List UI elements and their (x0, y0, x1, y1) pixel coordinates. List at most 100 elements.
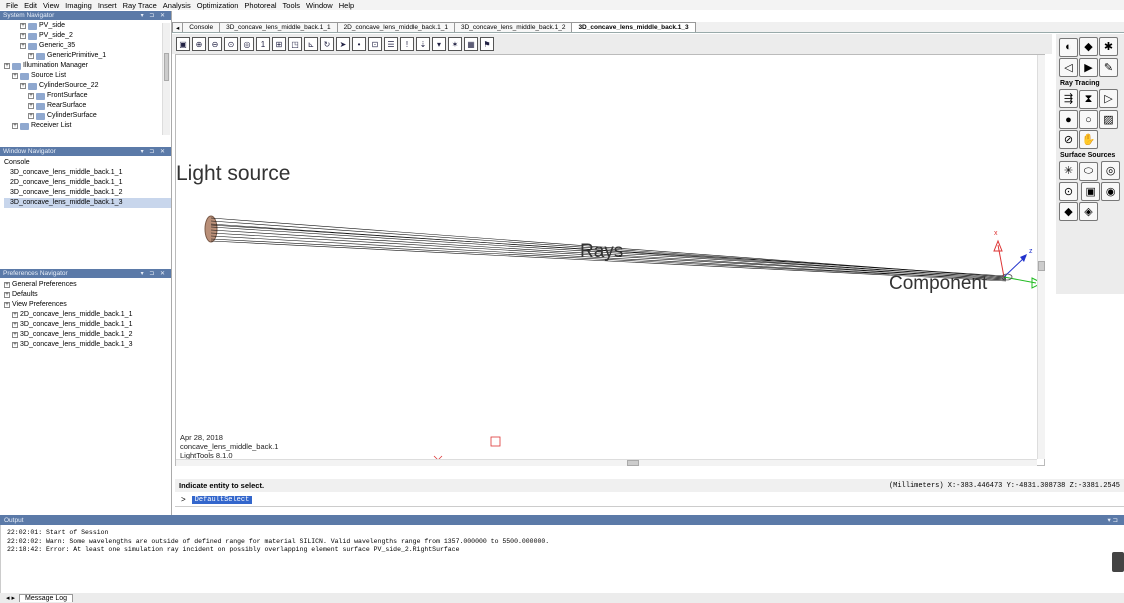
plane-icon[interactable]: ⊡ (368, 37, 382, 51)
axes-icon[interactable]: ⊾ (304, 37, 318, 51)
disk-source-2-icon[interactable]: ⊙ (1059, 182, 1078, 201)
tree-item[interactable]: + Defaults (4, 290, 171, 300)
expand-toggle-icon[interactable]: + (28, 93, 34, 99)
view-3d-icon[interactable]: ◳ (288, 37, 302, 51)
point-icon[interactable]: • (352, 37, 366, 51)
wrench-tool-icon[interactable]: ✎ (1099, 57, 1118, 77)
ray-trace-icon[interactable]: ⇶ (1059, 88, 1078, 108)
surface-source-icon[interactable]: ⬭ (1079, 162, 1098, 181)
fan-tool-icon[interactable]: ◁ (1059, 57, 1078, 77)
tab-message-log[interactable]: Message Log (18, 594, 74, 602)
expand-toggle-icon[interactable]: + (4, 282, 10, 288)
select-arrow-icon[interactable]: ➤ (336, 37, 350, 51)
save-icon[interactable]: ▣ (176, 37, 190, 51)
tree-item[interactable]: + Generic_35 (4, 41, 171, 51)
star-icon[interactable]: ✶ (448, 37, 462, 51)
tab-nav-arrows[interactable]: ◂ ▸ (6, 594, 15, 602)
aperture-icon[interactable]: ⊘ (1059, 130, 1078, 149)
emitter-icon[interactable]: ◆ (1059, 202, 1078, 221)
expand-toggle-icon[interactable]: + (20, 83, 26, 89)
pane-controls[interactable]: ▾ ⊐ ✕ (141, 270, 171, 277)
ray-lens-icon[interactable]: ⧗ (1079, 89, 1098, 109)
tree-item[interactable]: + PV_side (4, 21, 171, 31)
zoom-out-icon[interactable]: ⊖ (208, 37, 222, 51)
menu-window[interactable]: Window (306, 1, 333, 10)
command-line[interactable]: > DefaultSelect (175, 493, 1124, 507)
expand-toggle-icon[interactable]: + (12, 332, 18, 338)
zoom-in-icon[interactable]: ⊕ (192, 37, 206, 51)
pan-icon[interactable]: ⊞ (272, 37, 286, 51)
window-list-item[interactable]: 3D_concave_lens_middle_back.1_2 (4, 188, 171, 198)
scrollbar-thumb[interactable] (627, 460, 639, 466)
window-list-item[interactable]: 2D_concave_lens_middle_back.1_1 (4, 178, 171, 188)
scrollbar-thumb[interactable] (1038, 261, 1045, 271)
expand-toggle-icon[interactable]: + (12, 322, 18, 328)
document-tab[interactable]: 3D_concave_lens_middle_back.1_3 (571, 22, 696, 32)
one-to-one-icon[interactable]: 1 (256, 37, 270, 51)
expand-toggle-icon[interactable]: + (28, 103, 34, 109)
window-list-item[interactable]: Console (4, 158, 171, 168)
point-source-icon[interactable]: ✳ (1059, 161, 1078, 180)
mirror-tool-icon[interactable]: ◆ (1079, 37, 1098, 56)
emitter-2-icon[interactable]: ◈ (1079, 202, 1098, 221)
expand-toggle-icon[interactable]: + (12, 73, 18, 79)
zoom-fit-icon[interactable]: ⊙ (224, 37, 238, 51)
expand-toggle-icon[interactable]: + (20, 23, 26, 29)
insert-icon[interactable]: ⇣ (416, 37, 430, 51)
output-pane-controls[interactable]: ▾ ⊐ (1107, 516, 1124, 524)
document-tab[interactable]: 3D_concave_lens_middle_back.1_1 (219, 22, 338, 32)
bulb-icon[interactable]: ○ (1079, 110, 1098, 129)
expand-toggle-icon[interactable]: + (12, 342, 18, 348)
menu-photoreal[interactable]: Photoreal (244, 1, 276, 10)
menu-file[interactable]: File (6, 1, 18, 10)
window-list-item[interactable]: 3D_concave_lens_middle_back.1_1 (4, 168, 171, 178)
tree-item[interactable]: + PV_side_2 (4, 31, 171, 41)
table-icon[interactable]: ☰ (384, 37, 398, 51)
document-tab[interactable]: 3D_concave_lens_middle_back.1_2 (454, 22, 573, 32)
expand-toggle-icon[interactable]: + (28, 113, 34, 119)
lamp-icon[interactable]: ⚑ (480, 37, 494, 51)
expand-toggle-icon[interactable]: + (28, 53, 34, 59)
tree-item[interactable]: + General Preferences (4, 280, 171, 290)
window-list-item[interactable]: 3D_concave_lens_middle_back.1_3 (4, 198, 171, 208)
3d-viewport[interactable]: Light source Rays Component x z Apr 28, … (175, 54, 1045, 466)
tree-item[interactable]: + RearSurface (4, 101, 171, 111)
tree-item[interactable]: + Receiver List (4, 121, 171, 131)
filter-icon[interactable]: ▾ (432, 37, 446, 51)
zoom-window-icon[interactable]: ◎ (240, 37, 254, 51)
rotate-icon[interactable]: ↻ (320, 37, 334, 51)
menu-insert[interactable]: Insert (98, 1, 117, 10)
tree-item[interactable]: +3D_concave_lens_middle_back.1_3 (4, 340, 171, 350)
tree-item[interactable]: + CylinderSurface (4, 111, 171, 121)
menu-view[interactable]: View (43, 1, 59, 10)
side-handle[interactable] (1112, 552, 1124, 572)
system-navigator-scrollbar[interactable] (162, 23, 170, 135)
menu-analysis[interactable]: Analysis (163, 1, 191, 10)
viewport-vertical-scrollbar[interactable] (1037, 55, 1045, 459)
tree-item[interactable]: +3D_concave_lens_middle_back.1_1 (4, 320, 171, 330)
menu-imaging[interactable]: Imaging (65, 1, 92, 10)
menu-edit[interactable]: Edit (24, 1, 37, 10)
tree-item[interactable]: + CylinderSource_22 (4, 81, 171, 91)
ray-prism-icon[interactable]: ▷ (1099, 88, 1118, 108)
lens-tool-icon[interactable]: ◐ (1059, 37, 1078, 57)
document-tab[interactable]: Console (182, 22, 221, 32)
tree-item[interactable]: + View Preferences (4, 300, 171, 310)
menu-ray-trace[interactable]: Ray Trace (123, 1, 157, 10)
document-tab[interactable]: 2D_concave_lens_middle_back.1_1 (336, 22, 455, 32)
light-source-shape[interactable] (204, 215, 218, 243)
disk-source-icon[interactable]: ◎ (1101, 161, 1121, 180)
tree-item[interactable]: +3D_concave_lens_middle_back.1_2 (4, 330, 171, 340)
expand-toggle-icon[interactable]: + (4, 63, 10, 69)
hand-icon[interactable]: ✋ (1079, 130, 1098, 149)
menu-optimization[interactable]: Optimization (197, 1, 239, 10)
receiver-icon[interactable]: ▨ (1099, 109, 1118, 129)
tree-item[interactable]: + Source List (4, 71, 171, 81)
menu-tools[interactable]: Tools (283, 1, 301, 10)
scrollbar-thumb[interactable] (164, 53, 169, 81)
expand-toggle-icon[interactable]: + (20, 33, 26, 39)
expand-toggle-icon[interactable]: + (4, 292, 10, 298)
expand-toggle-icon[interactable]: + (20, 43, 26, 49)
expand-toggle-icon[interactable]: + (12, 312, 18, 318)
viewport-horizontal-scrollbar[interactable] (176, 459, 1037, 466)
